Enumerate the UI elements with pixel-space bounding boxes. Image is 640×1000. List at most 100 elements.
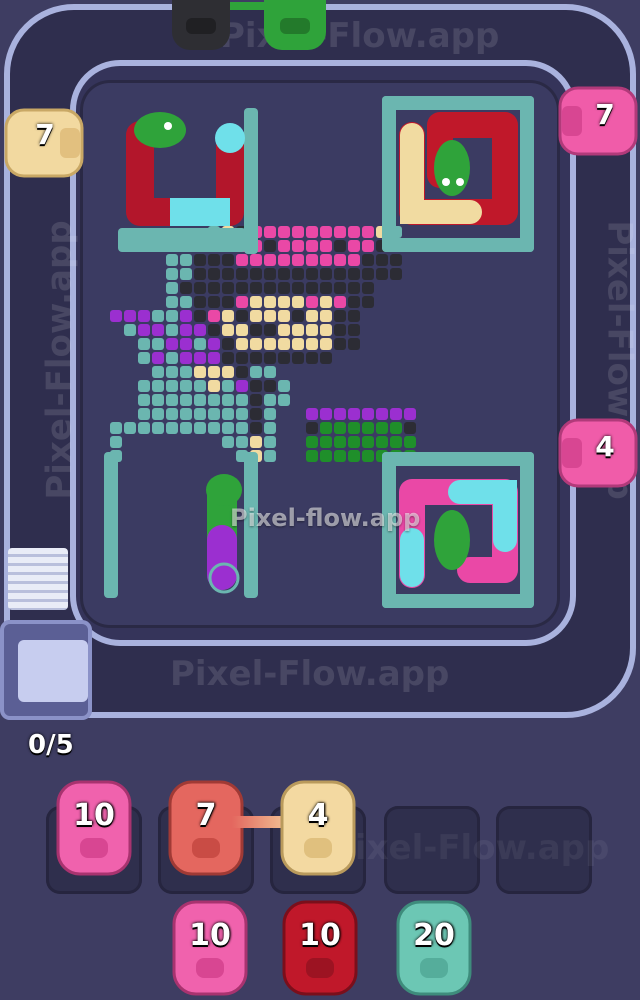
pixel-block [208, 366, 220, 378]
pixel-block [334, 422, 346, 434]
pixel-block [348, 240, 360, 252]
pixel-block [222, 338, 234, 350]
pixel-block [362, 226, 374, 238]
pixel-block [166, 394, 178, 406]
pixel-block [124, 310, 136, 322]
pixel-block [194, 380, 206, 392]
pixel-block [194, 268, 206, 280]
pixel-block [264, 408, 276, 420]
watermark-center: Pixel-flow.app [230, 504, 421, 532]
pixel-block [250, 380, 262, 392]
pixel-block [348, 324, 360, 336]
pixel-block [166, 380, 178, 392]
pixel-block [194, 408, 206, 420]
pig-count: 10 [189, 918, 231, 953]
track-pig-black: 0 [166, 0, 236, 60]
pixel-block [110, 422, 122, 434]
pixel-block [166, 254, 178, 266]
pixel-block [194, 310, 206, 322]
pixel-block [250, 352, 262, 364]
pixel-block [278, 352, 290, 364]
slot-pig-cream[interactable]: 4 [278, 776, 358, 876]
pixel-block [236, 310, 248, 322]
pixel-block [236, 422, 248, 434]
pixel-block [306, 268, 318, 280]
pixel-block [208, 352, 220, 364]
pixel-block [334, 324, 346, 336]
slot-pig-pink[interactable]: 10 [54, 776, 134, 876]
watermark-queue: Pixel-Flow.app [330, 828, 610, 868]
pixel-block [166, 352, 178, 364]
pixel-block [334, 254, 346, 266]
pixel-block [292, 296, 304, 308]
pixel-block [180, 422, 192, 434]
pixel-block [152, 338, 164, 350]
pixel-block [138, 338, 150, 350]
snake-green-purple-bottom-left[interactable] [206, 474, 242, 594]
pixel-block [124, 422, 136, 434]
pixel-block [236, 408, 248, 420]
pixel-block [138, 380, 150, 392]
pixel-block [208, 268, 220, 280]
pixel-block [208, 324, 220, 336]
pixel-block [180, 310, 192, 322]
pixel-block [222, 394, 234, 406]
pixel-block [236, 380, 248, 392]
pixel-block [194, 324, 206, 336]
pixel-block [208, 380, 220, 392]
pixel-block [194, 338, 206, 350]
pixel-block [180, 254, 192, 266]
queue-pig-teal[interactable]: 20 [394, 896, 474, 996]
pixel-block [166, 282, 178, 294]
pixel-block [264, 268, 276, 280]
pixel-block [390, 254, 402, 266]
pixel-block [278, 268, 290, 280]
pixel-block [306, 310, 318, 322]
pixel-block [278, 338, 290, 350]
queue-pig-red[interactable]: 10 [280, 896, 360, 996]
pixel-block [138, 408, 150, 420]
pig-count: 10 [73, 798, 115, 833]
pixel-block [362, 436, 374, 448]
pixel-block [166, 324, 178, 336]
pixel-block [208, 254, 220, 266]
pixel-block [250, 324, 262, 336]
pixel-block [222, 408, 234, 420]
pixel-block [180, 338, 192, 350]
pixel-block [278, 296, 290, 308]
pixel-block [348, 282, 360, 294]
pixel-block [278, 226, 290, 238]
pixel-block [166, 296, 178, 308]
pixel-block [110, 436, 122, 448]
snake-green-red-top-left[interactable] [126, 112, 245, 226]
pixel-block [194, 422, 206, 434]
pixel-block [152, 310, 164, 322]
pixel-block [222, 380, 234, 392]
pixel-block [306, 226, 318, 238]
pixel-block [376, 436, 388, 448]
pixel-block [180, 394, 192, 406]
pixel-block [250, 408, 262, 420]
pixel-block [362, 422, 374, 434]
pixel-block [362, 254, 374, 266]
queue-pig-pink[interactable]: 10 [170, 896, 250, 996]
pixel-block [264, 380, 276, 392]
pixel-block [390, 422, 402, 434]
pixel-block [306, 282, 318, 294]
pixel-block [362, 296, 374, 308]
pixel-block [362, 282, 374, 294]
pixel-block [208, 296, 220, 308]
pixel-block [264, 366, 276, 378]
snake-cream-red-top-right[interactable] [399, 112, 518, 225]
pixel-block [376, 422, 388, 434]
pixel-block [320, 408, 332, 420]
pixel-block [250, 310, 262, 322]
pixel-block [222, 352, 234, 364]
pixel-block [138, 422, 150, 434]
snake-pink-cyan-bottom-right[interactable] [399, 479, 518, 588]
pixel-block [236, 394, 248, 406]
conveyor-gate [8, 548, 68, 610]
pixel-block [306, 338, 318, 350]
pixel-block [222, 310, 234, 322]
pixel-block [348, 408, 360, 420]
